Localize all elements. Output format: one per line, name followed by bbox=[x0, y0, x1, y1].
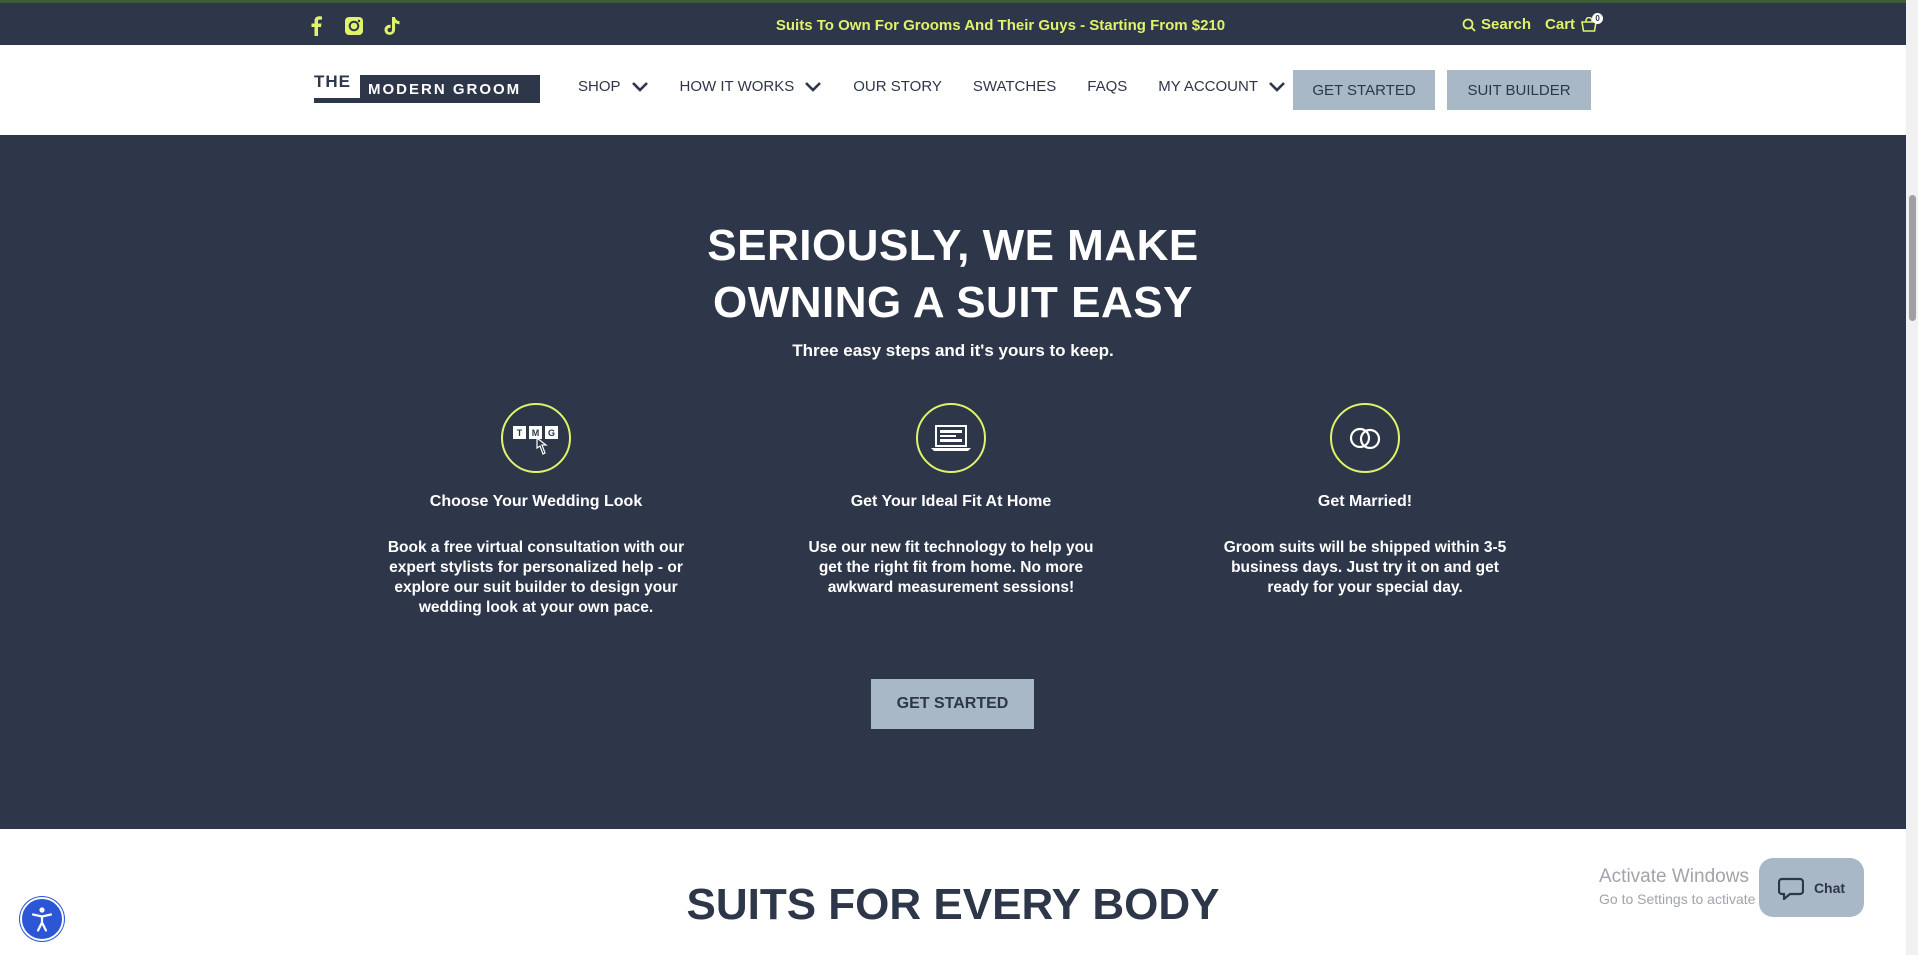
chevron-down-icon bbox=[631, 81, 648, 92]
scrollbar-thumb[interactable] bbox=[1909, 195, 1916, 321]
nav-item-label: FAQS bbox=[1087, 78, 1128, 95]
header-utilities: Search Cart 0 bbox=[1462, 12, 1604, 33]
cart-label: Cart bbox=[1545, 16, 1576, 33]
step-title: Get Your Ideal Fit At Home bbox=[850, 493, 1052, 510]
svg-text:G: G bbox=[548, 428, 555, 438]
svg-text:T: T bbox=[517, 428, 523, 438]
site-logo[interactable]: THE MODERN GROOM bbox=[314, 73, 540, 103]
chevron-down-icon bbox=[1269, 81, 1285, 92]
logo-the: THE bbox=[314, 73, 360, 103]
nav-item-label: MY ACCOUNT bbox=[1158, 78, 1258, 95]
step-get-married: Get Married! Groom suits will be shipped… bbox=[1215, 403, 1515, 598]
step-fit-at-home: Get Your Ideal Fit At Home Use our new f… bbox=[801, 403, 1101, 598]
step-title: Get Married! bbox=[1317, 493, 1413, 510]
nav-item-label: OUR STORY bbox=[853, 78, 942, 95]
chat-label: Chat bbox=[1813, 879, 1846, 896]
search-label: Search bbox=[1481, 16, 1532, 33]
rings-icon bbox=[1330, 403, 1400, 473]
cart-icon: 0 bbox=[1580, 12, 1604, 33]
section-title-line1: SERIOUSLY, WE MAKE bbox=[707, 221, 1199, 270]
site-header: THE MODERN GROOM SHOP HOW IT WORKS OUR S… bbox=[0, 45, 1906, 135]
logo-brand: MODERN GROOM bbox=[360, 75, 540, 103]
nav-item-label: HOW IT WORKS bbox=[679, 78, 795, 95]
step-description: Groom suits will be shipped within 3-5 b… bbox=[1223, 539, 1507, 596]
how-it-works-section: SERIOUSLY, WE MAKE OWNING A SUIT EASY Th… bbox=[0, 135, 1906, 829]
step-choose-look: T M G Choose Your Wedding Look Book a fr… bbox=[386, 403, 686, 618]
svg-text:M: M bbox=[532, 428, 540, 438]
search-link[interactable]: Search bbox=[1462, 16, 1531, 33]
nav-item-shop[interactable]: SHOP bbox=[578, 78, 649, 95]
section-subtitle: Three easy steps and it's yours to keep. bbox=[792, 341, 1114, 360]
section-title-line2: OWNING A SUIT EASY bbox=[713, 278, 1193, 327]
tmg-keys-icon: T M G bbox=[501, 403, 571, 473]
nav-item-faqs[interactable]: FAQS bbox=[1087, 78, 1127, 95]
nav-item-swatches[interactable]: SWATCHES bbox=[973, 78, 1056, 95]
step-description: Book a free virtual consultation with ou… bbox=[387, 539, 685, 616]
search-icon bbox=[1462, 18, 1476, 32]
get-started-button[interactable]: GET STARTED bbox=[1293, 70, 1435, 110]
step-description: Use our new fit technology to help you g… bbox=[808, 539, 1094, 596]
nav-item-our-story[interactable]: OUR STORY bbox=[853, 78, 942, 95]
announcement-text[interactable]: Suits To Own For Grooms And Their Guys -… bbox=[0, 17, 1906, 34]
chat-bubble-icon bbox=[1777, 877, 1804, 900]
chat-button[interactable]: Chat bbox=[1759, 858, 1864, 917]
laptop-icon bbox=[916, 403, 986, 473]
nav-item-label: SHOP bbox=[578, 78, 621, 95]
section-title: SERIOUSLY, WE MAKE OWNING A SUIT EASY bbox=[0, 217, 1906, 331]
step-title: Choose Your Wedding Look bbox=[429, 493, 643, 510]
suit-builder-button[interactable]: SUIT BUILDER bbox=[1447, 70, 1591, 110]
nav-item-my-account[interactable]: MY ACCOUNT bbox=[1158, 78, 1286, 95]
nav-item-label: SWATCHES bbox=[972, 78, 1057, 95]
accessibility-button[interactable] bbox=[20, 897, 64, 941]
accessibility-icon bbox=[31, 907, 53, 932]
main-nav: SHOP HOW IT WORKS OUR STORY SWATCHES FAQ… bbox=[578, 78, 1317, 95]
announcement-bar: Suits To Own For Grooms And Their Guys -… bbox=[0, 0, 1906, 45]
cart-link[interactable]: Cart 0 bbox=[1545, 12, 1604, 33]
page-scrollbar[interactable] bbox=[1906, 0, 1918, 955]
chevron-down-icon bbox=[805, 81, 822, 92]
get-started-cta-button[interactable]: GET STARTED bbox=[871, 679, 1034, 729]
cart-count-badge: 0 bbox=[1592, 12, 1604, 24]
nav-item-how-it-works[interactable]: HOW IT WORKS bbox=[680, 78, 823, 95]
